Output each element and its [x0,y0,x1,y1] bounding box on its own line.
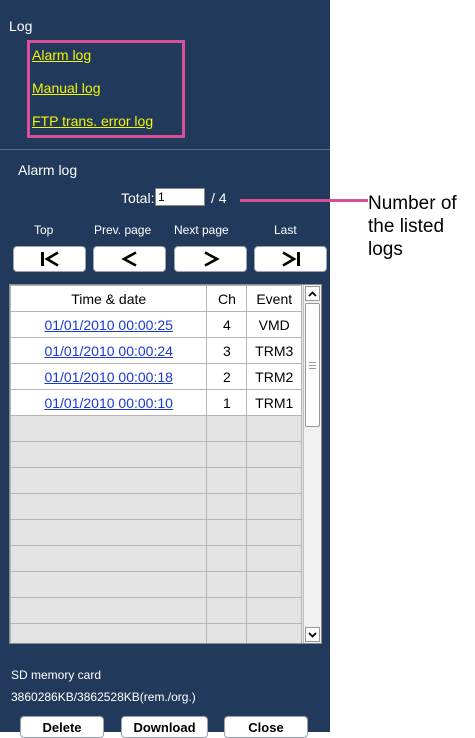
scroll-thumb[interactable] [305,303,320,427]
prev-page-label: Prev. page [94,223,152,237]
log-date-link[interactable]: 01/01/2010 00:00:25 [44,317,172,333]
last-label: Last [274,223,297,237]
alarm-log-table: Time & date Ch Event 01/01/2010 00:00:25… [9,284,322,644]
alarm-log-title: Alarm log [18,162,78,178]
section-divider [0,149,330,150]
header-ch: Ch [206,285,248,312]
last-button[interactable] [254,246,327,272]
callout-text: Number of the listed logs [368,193,457,260]
log-ch: 4 [206,311,248,338]
prev-page-button[interactable] [93,246,166,272]
log-date-link[interactable]: 01/01/2010 00:00:10 [44,395,172,411]
log-event: TRM2 [246,363,302,390]
log-date-link[interactable]: 01/01/2010 00:00:24 [44,343,172,359]
header-event: Event [246,285,302,312]
delete-button[interactable]: Delete [20,716,104,738]
table-scrollbar[interactable] [303,285,321,643]
empty-row [10,441,302,468]
empty-row [10,467,302,494]
log-event: VMD [246,311,302,338]
top-label: Top [34,223,54,237]
empty-row [10,623,302,643]
empty-row [10,597,302,624]
top-button[interactable] [13,246,86,272]
page-number-input[interactable] [155,188,205,206]
empty-row [10,571,302,598]
table-row: 01/01/2010 00:00:24 3 TRM3 [10,337,302,364]
callout-line [240,199,368,202]
empty-row [10,545,302,572]
close-button[interactable]: Close [224,716,308,738]
next-page-button[interactable] [174,246,247,272]
scroll-up-icon [308,290,317,297]
sd-card-capacity: 3860286KB/3862528KB(rem./org.) [11,690,196,704]
total-pages: / 4 [211,190,227,206]
scroll-down-button[interactable] [305,627,320,642]
download-button[interactable]: Download [121,716,208,738]
scroll-up-button[interactable] [305,286,320,301]
next-page-label: Next page [174,223,229,237]
scroll-down-icon [308,631,317,638]
log-ch: 3 [206,337,248,364]
alarm-log-link[interactable]: Alarm log [32,47,91,63]
sd-card-label: SD memory card [11,668,102,682]
manual-log-link[interactable]: Manual log [32,80,101,96]
log-event: TRM1 [246,389,302,416]
empty-row [10,493,302,520]
log-section-title: Log [9,18,33,34]
log-panel: Log Alarm log Manual log FTP trans. erro… [0,0,330,738]
table-header-row: Time & date Ch Event [10,285,302,312]
ftp-error-log-link[interactable]: FTP trans. error log [32,113,153,129]
table-row: 01/01/2010 00:00:18 2 TRM2 [10,363,302,390]
total-label: Total: [121,190,155,206]
last-page-icon [281,251,300,267]
empty-row [10,519,302,546]
table-row: 01/01/2010 00:00:25 4 VMD [10,311,302,338]
prev-page-icon [120,251,137,267]
table-row: 01/01/2010 00:00:10 1 TRM1 [10,389,302,416]
empty-row [10,415,302,442]
next-page-icon [203,251,220,267]
first-page-icon [40,251,59,267]
log-ch: 2 [206,363,248,390]
log-date-link[interactable]: 01/01/2010 00:00:18 [44,369,172,385]
log-event: TRM3 [246,337,302,364]
log-ch: 1 [206,389,248,416]
header-time-date: Time & date [10,285,208,312]
